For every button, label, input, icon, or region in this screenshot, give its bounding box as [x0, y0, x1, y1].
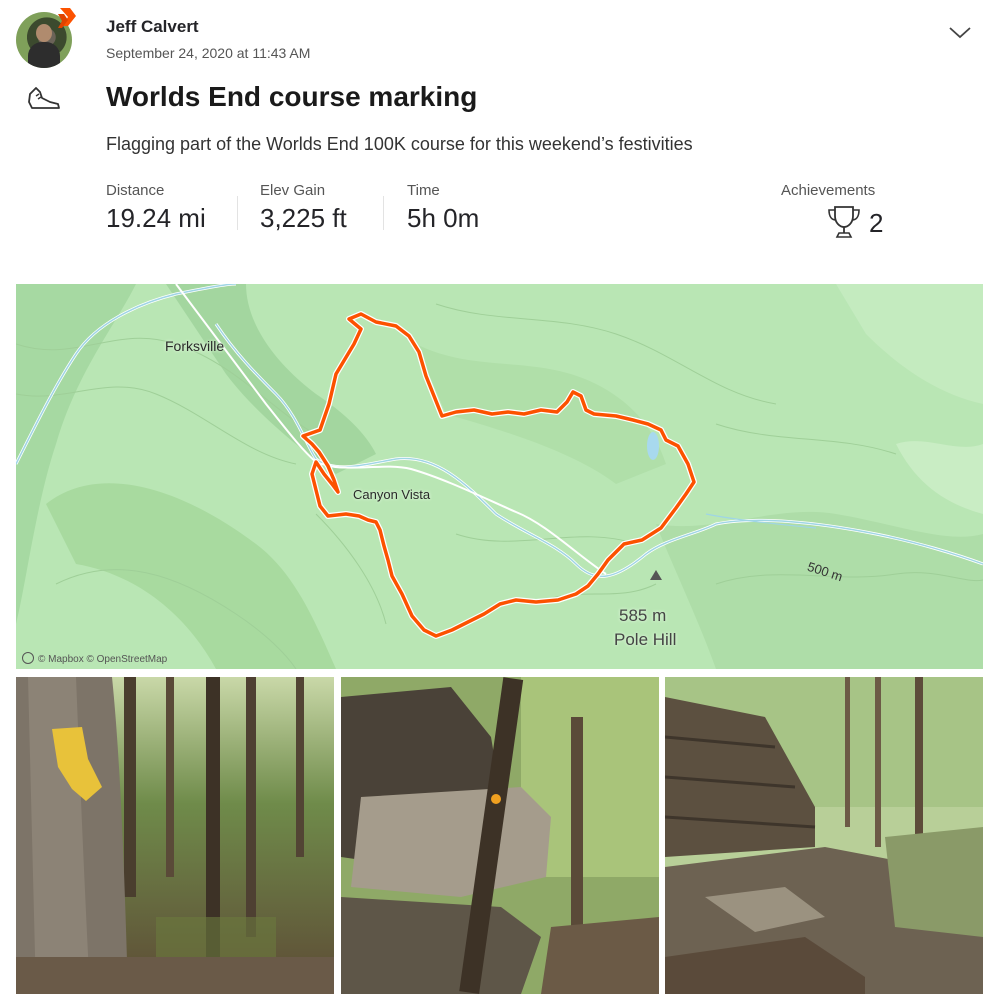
trophy-icon: [828, 206, 860, 238]
stat-label: Elev Gain: [260, 182, 326, 199]
photo-image: [341, 677, 659, 994]
photo-rock-outcrop[interactable]: [341, 677, 659, 994]
map-label-peak-elevation: 585 m: [619, 606, 667, 625]
shoe-icon: [28, 87, 60, 109]
activity-title[interactable]: Worlds End course marking: [106, 81, 477, 113]
stat-label: Time: [407, 182, 440, 199]
divider: [383, 196, 384, 230]
map-label-forksville: Forksville: [165, 338, 225, 354]
photo-trail-marker-tree[interactable]: [16, 677, 334, 994]
photo-image: [665, 677, 983, 994]
stat-value: 3,225 ft: [260, 203, 347, 233]
stat-value: 19.24 mi: [106, 203, 206, 233]
stat-distance: Distance 19.24 mi: [106, 182, 206, 234]
map-label-canyon-vista: Canyon Vista: [353, 487, 431, 502]
stat-label: Distance: [106, 182, 165, 199]
activity-description: Flagging part of the Worlds End 100K cou…: [106, 134, 693, 154]
achievements-label: Achievements: [781, 182, 876, 199]
stat-value: 5h 0m: [407, 203, 480, 233]
mapbox-logo-icon: [22, 652, 34, 664]
divider: [237, 196, 238, 230]
activity-timestamp: September 24, 2020 at 11:43 AM: [106, 45, 311, 61]
map-attribution[interactable]: © Mapbox © OpenStreetMap: [22, 652, 167, 665]
attribution-text: © Mapbox © OpenStreetMap: [38, 654, 168, 665]
stat-time: Time 5h 0m: [407, 182, 479, 234]
photo-rocky-creek[interactable]: [665, 677, 983, 994]
stat-elev-gain: Elev Gain 3,225 ft: [260, 182, 347, 234]
athlete-name[interactable]: Jeff Calvert: [106, 17, 199, 37]
map-label-peak-name: Pole Hill: [614, 630, 677, 649]
route-map[interactable]: Forksville Canyon Vista 500 m 585 m Pole…: [16, 284, 983, 669]
photo-image: [16, 677, 334, 994]
activity-header: Jeff Calvert September 24, 2020 at 11:43…: [0, 0, 991, 260]
chevron-down-icon[interactable]: [948, 22, 972, 42]
achievements-count: 2: [869, 208, 884, 238]
map-canvas: [16, 284, 983, 669]
subscriber-badge-icon: [58, 8, 76, 28]
achievements[interactable]: Achievements 2: [781, 182, 883, 238]
